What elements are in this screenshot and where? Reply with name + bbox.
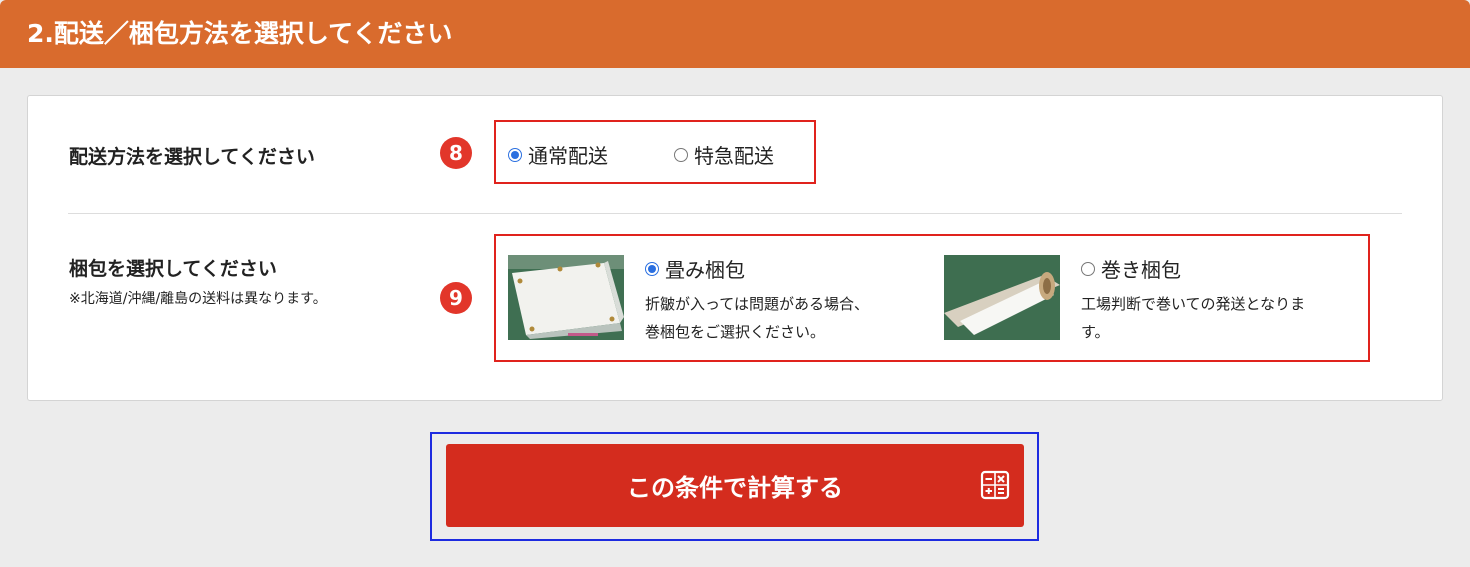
rolled-desc-line-1: 工場判断で巻いての発送となりま (1081, 295, 1306, 313)
section-header: 2.配送／梱包方法を選択してください (0, 0, 1470, 68)
step-8-badge: 8 (440, 137, 472, 169)
calculate-button[interactable]: この条件で計算する (446, 444, 1024, 527)
row-divider (68, 213, 1402, 214)
radio-folded-packing[interactable]: 畳み梱包 (645, 254, 745, 283)
packing-method-label: 梱包を選択してください (69, 258, 277, 280)
rolled-packing-description: 工場判断で巻いての発送となりま す。 (1081, 290, 1305, 346)
packing-shipping-note: ※北海道/沖縄/離島の送料は異なります。 (69, 291, 327, 307)
calculator-icon (980, 470, 1010, 500)
radio-button-checked[interactable] (508, 147, 522, 162)
radio-rolled-packing[interactable]: 巻き梱包 (1081, 254, 1181, 283)
radio-button-checked[interactable] (645, 261, 659, 276)
shipping-method-label: 配送方法を選択してください (69, 146, 315, 168)
rolled-packing-label: 巻き梱包 (1101, 258, 1181, 282)
radio-standard-shipping[interactable]: 通常配送 (508, 140, 608, 169)
section-title: 2.配送／梱包方法を選択してください (27, 19, 453, 48)
folded-packing-label: 畳み梱包 (665, 258, 745, 282)
radio-express-shipping[interactable]: 特急配送 (674, 140, 774, 169)
folded-sheet-photo (508, 255, 624, 340)
radio-button[interactable] (674, 147, 688, 162)
radio-button[interactable] (1081, 261, 1095, 276)
folded-desc-line-2: 巻梱包をご選択ください。 (645, 323, 826, 341)
calculate-button-label: この条件で計算する (627, 474, 843, 502)
rolled-sheet-photo (944, 255, 1060, 340)
folded-desc-line-1: 折皺が入っては問題がある場合、 (645, 295, 869, 313)
standard-shipping-label: 通常配送 (528, 144, 608, 168)
rolled-desc-line-2: す。 (1081, 323, 1110, 341)
express-shipping-label: 特急配送 (694, 144, 774, 168)
folded-packing-description: 折皺が入っては問題がある場合、 巻梱包をご選択ください。 (645, 290, 869, 346)
step-9-badge: 9 (440, 282, 472, 314)
